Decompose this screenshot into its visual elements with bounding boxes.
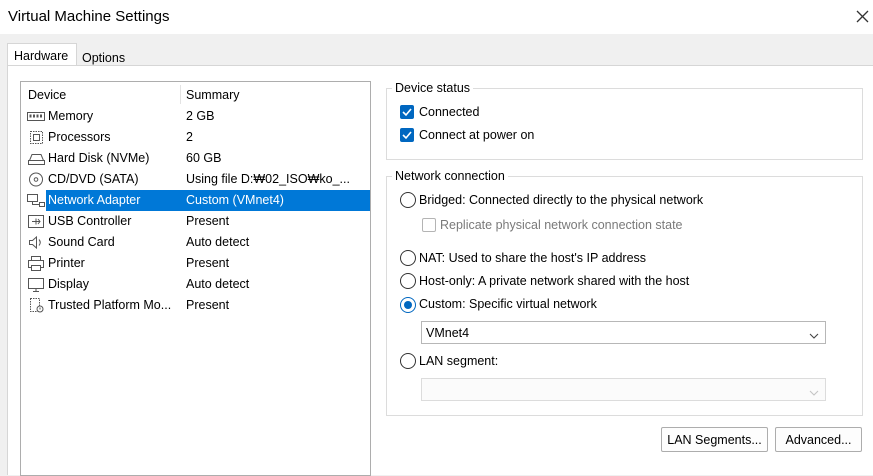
list-header: Device Summary: [21, 82, 370, 106]
device-summary: Auto detect: [186, 235, 250, 249]
device-row-network-adapter[interactable]: Network Adapter Custom (VMnet4): [21, 190, 370, 211]
connect-at-power-on-label[interactable]: Connect at power on: [419, 128, 534, 142]
lan-segments-button[interactable]: LAN Segments...: [661, 427, 768, 452]
column-separator[interactable]: [180, 85, 181, 104]
window-title: Virtual Machine Settings: [8, 8, 170, 25]
device-row-usb-controller[interactable]: USB Controller Present: [21, 211, 370, 232]
device-row-sound-card[interactable]: Sound Card Auto detect: [21, 232, 370, 253]
tab-strip: Hardware Options: [0, 34, 873, 70]
bridged-label[interactable]: Bridged: Connected directly to the physi…: [419, 193, 703, 207]
advanced-button[interactable]: Advanced...: [775, 427, 862, 452]
device-summary: Auto detect: [186, 277, 250, 291]
device-name: Trusted Platform Mo...: [48, 298, 172, 312]
usb-icon: [26, 213, 46, 230]
nat-label[interactable]: NAT: Used to share the host's IP address: [419, 251, 646, 265]
replicate-label: Replicate physical network connection st…: [440, 218, 683, 232]
display-icon: [26, 276, 46, 293]
host-only-label[interactable]: Host-only: A private network shared with…: [419, 274, 689, 288]
device-name: Network Adapter: [48, 193, 141, 207]
printer-icon: [26, 255, 46, 272]
device-summary: Present: [186, 256, 230, 270]
device-row-display[interactable]: Display Auto detect: [21, 274, 370, 295]
device-summary: Present: [186, 298, 230, 312]
network-connection-title: Network connection: [392, 169, 508, 183]
close-icon[interactable]: [852, 6, 872, 26]
device-name: Memory: [48, 109, 94, 123]
connected-label[interactable]: Connected: [419, 105, 479, 119]
network-adapter-icon: [26, 192, 46, 209]
device-name: Processors: [48, 130, 111, 144]
device-row-hard-disk[interactable]: Hard Disk (NVMe) 60 GB: [21, 148, 370, 169]
device-status-title: Device status: [392, 81, 474, 95]
processor-icon: [26, 129, 46, 146]
device-summary: 2 GB: [186, 109, 215, 123]
device-name: Hard Disk (NVMe): [48, 151, 150, 165]
lan-segment-select: [421, 378, 826, 401]
device-row-memory[interactable]: Memory 2 GB: [21, 106, 370, 127]
host-only-radio[interactable]: [400, 273, 416, 289]
chevron-down-icon: [809, 386, 819, 400]
device-name: Printer: [48, 256, 85, 270]
cd-dvd-icon: [26, 171, 46, 188]
tpm-icon: [26, 297, 46, 314]
column-header-device[interactable]: Device: [28, 88, 66, 102]
device-summary: Using file D:₩02_ISO₩ko_...: [186, 172, 350, 186]
lan-segment-radio[interactable]: [400, 353, 416, 369]
device-summary: Present: [186, 214, 230, 228]
column-header-summary[interactable]: Summary: [186, 88, 239, 102]
custom-network-select[interactable]: VMnet4: [421, 321, 826, 344]
device-row-printer[interactable]: Printer Present: [21, 253, 370, 274]
chevron-down-icon: [809, 329, 819, 343]
hard-disk-icon: [26, 150, 46, 167]
device-name: CD/DVD (SATA): [48, 172, 139, 186]
bridged-radio[interactable]: [400, 192, 416, 208]
device-name: Sound Card: [48, 235, 115, 249]
memory-icon: [26, 108, 46, 125]
device-row-cd-dvd[interactable]: CD/DVD (SATA) Using file D:₩02_ISO₩ko_..…: [21, 169, 370, 190]
device-summary: 60 GB: [186, 151, 222, 165]
device-status-group: [386, 88, 863, 160]
title-bar: Virtual Machine Settings: [0, 0, 873, 34]
device-name: Display: [48, 277, 89, 291]
speaker-icon: [26, 234, 46, 251]
lan-segment-label[interactable]: LAN segment:: [419, 354, 498, 368]
nat-radio[interactable]: [400, 250, 416, 266]
device-summary: 2: [186, 130, 193, 144]
custom-radio[interactable]: [400, 297, 416, 313]
custom-label[interactable]: Custom: Specific virtual network: [419, 297, 597, 311]
device-row-processors[interactable]: Processors 2: [21, 127, 370, 148]
device-name: USB Controller: [48, 214, 132, 228]
connect-at-power-on-checkbox[interactable]: [400, 128, 414, 142]
device-summary: Custom (VMnet4): [186, 193, 284, 207]
device-row-trusted-platform-module[interactable]: Trusted Platform Mo... Present: [21, 295, 370, 316]
radio-dot: [404, 301, 412, 309]
custom-network-value: VMnet4: [426, 326, 470, 340]
connected-checkbox[interactable]: [400, 105, 414, 119]
replicate-checkbox: [422, 218, 436, 232]
device-list[interactable]: Device Summary Memory 2 GB Processors 2 …: [20, 81, 371, 476]
